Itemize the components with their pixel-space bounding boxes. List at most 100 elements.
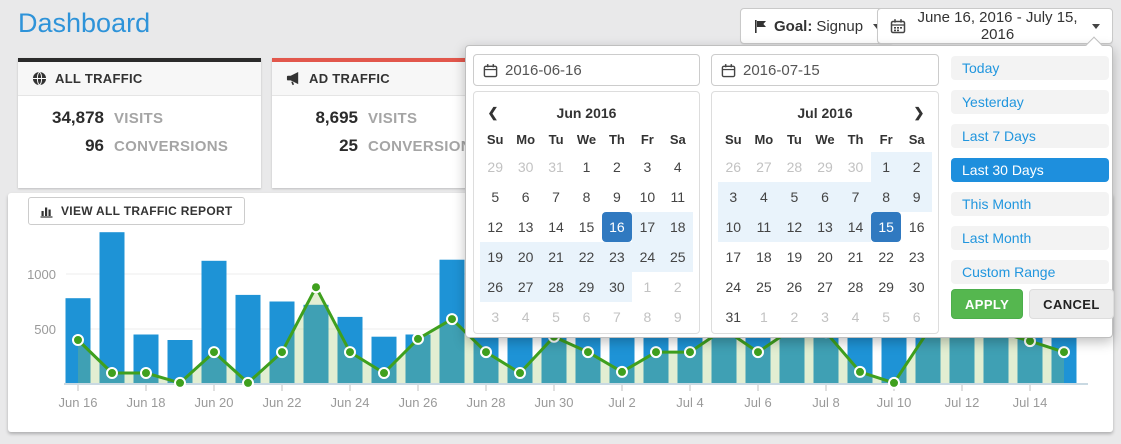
day-cell[interactable]: 14 [541,212,571,242]
range-option-last-month[interactable]: Last Month [951,226,1109,250]
day-cell[interactable]: 31 [718,302,749,332]
day-cell[interactable]: 24 [718,272,749,302]
day-cell[interactable]: 22 [571,242,601,272]
day-cell[interactable]: 27 [810,272,841,302]
day-cell[interactable]: 4 [749,182,780,212]
day-cell[interactable]: 21 [541,242,571,272]
chevron-right-icon[interactable]: ❯ [906,105,932,121]
day-cell[interactable]: 30 [840,152,871,182]
day-cell[interactable]: 9 [663,302,693,332]
day-cell[interactable]: 29 [480,152,510,182]
day-cell[interactable]: 30 [510,152,540,182]
day-cell[interactable]: 23 [602,242,632,272]
day-cell[interactable]: 16 [901,212,932,242]
day-cell[interactable]: 4 [510,302,540,332]
day-cell[interactable]: 22 [871,242,902,272]
day-cell[interactable]: 2 [663,272,693,302]
range-option-last-7-days[interactable]: Last 7 Days [951,124,1109,148]
day-cell[interactable]: 6 [901,302,932,332]
day-cell[interactable]: 4 [840,302,871,332]
view-all-traffic-report-button[interactable]: VIEW ALL TRAFFIC REPORT [28,197,245,225]
day-cell[interactable]: 27 [749,152,780,182]
day-cell[interactable]: 25 [749,272,780,302]
day-cell[interactable]: 24 [632,242,662,272]
day-cell[interactable]: 10 [632,182,662,212]
day-cell[interactable]: 7 [541,182,571,212]
day-cell[interactable]: 21 [840,242,871,272]
day-cell[interactable]: 18 [749,242,780,272]
date-range-button[interactable]: June 16, 2016 - July 15, 2016 [877,8,1113,44]
day-cell[interactable]: 5 [480,182,510,212]
start-date-input[interactable] [505,62,690,79]
day-cell[interactable]: 18 [663,212,693,242]
end-date-input[interactable] [743,62,929,79]
day-cell[interactable]: 19 [480,242,510,272]
apply-button[interactable]: APPLY [951,289,1023,319]
day-cell[interactable]: 17 [632,212,662,242]
day-cell[interactable]: 6 [571,302,601,332]
day-cell[interactable]: 15 [871,212,902,242]
day-cell[interactable]: 29 [810,152,841,182]
day-cell[interactable]: 28 [779,152,810,182]
day-cell[interactable]: 29 [871,272,902,302]
day-cell[interactable]: 10 [718,212,749,242]
day-cell[interactable]: 13 [810,212,841,242]
day-cell[interactable]: 26 [718,152,749,182]
day-cell[interactable]: 5 [541,302,571,332]
day-cell[interactable]: 26 [480,272,510,302]
day-cell[interactable]: 9 [602,182,632,212]
day-cell[interactable]: 17 [718,242,749,272]
day-cell[interactable]: 9 [901,182,932,212]
day-cell[interactable]: 6 [510,182,540,212]
day-cell[interactable]: 8 [632,302,662,332]
day-cell[interactable]: 27 [510,272,540,302]
day-cell[interactable]: 1 [571,152,601,182]
day-cell[interactable]: 16 [602,212,632,242]
day-cell[interactable]: 2 [901,152,932,182]
day-cell[interactable]: 23 [901,242,932,272]
day-cell[interactable]: 8 [871,182,902,212]
day-cell[interactable]: 29 [571,272,601,302]
day-cell[interactable]: 13 [510,212,540,242]
day-cell[interactable]: 3 [632,152,662,182]
range-option-last-30-days[interactable]: Last 30 Days [951,158,1109,182]
day-cell[interactable]: 11 [749,212,780,242]
day-cell[interactable]: 12 [480,212,510,242]
day-cell[interactable]: 3 [810,302,841,332]
day-cell[interactable]: 19 [779,242,810,272]
day-cell[interactable]: 20 [810,242,841,272]
day-cell[interactable]: 11 [663,182,693,212]
day-cell[interactable]: 3 [480,302,510,332]
day-cell[interactable]: 4 [663,152,693,182]
range-option-this-month[interactable]: This Month [951,192,1109,216]
day-cell[interactable]: 28 [541,272,571,302]
day-cell[interactable]: 5 [779,182,810,212]
chevron-left-icon[interactable]: ❮ [480,105,506,121]
day-cell[interactable]: 14 [840,212,871,242]
day-cell[interactable]: 15 [571,212,601,242]
day-cell[interactable]: 1 [871,152,902,182]
day-cell[interactable]: 5 [871,302,902,332]
day-cell[interactable]: 2 [602,152,632,182]
day-cell[interactable]: 8 [571,182,601,212]
day-cell[interactable]: 25 [663,242,693,272]
day-cell[interactable]: 28 [840,272,871,302]
day-cell[interactable]: 3 [718,182,749,212]
day-cell[interactable]: 1 [632,272,662,302]
day-cell[interactable]: 26 [779,272,810,302]
day-cell[interactable]: 30 [901,272,932,302]
day-cell[interactable]: 7 [840,182,871,212]
goal-dropdown-button[interactable]: Goal:Signup [740,8,894,44]
day-cell[interactable]: 2 [779,302,810,332]
range-option-today[interactable]: Today [951,56,1109,80]
day-cell[interactable]: 1 [749,302,780,332]
day-cell[interactable]: 31 [541,152,571,182]
cancel-button[interactable]: CANCEL [1029,289,1114,319]
day-cell[interactable]: 6 [810,182,841,212]
day-cell[interactable]: 12 [779,212,810,242]
range-option-yesterday[interactable]: Yesterday [951,90,1109,114]
day-cell[interactable]: 7 [602,302,632,332]
day-cell[interactable]: 20 [510,242,540,272]
day-cell[interactable]: 30 [602,272,632,302]
range-option-custom-range[interactable]: Custom Range [951,260,1109,284]
